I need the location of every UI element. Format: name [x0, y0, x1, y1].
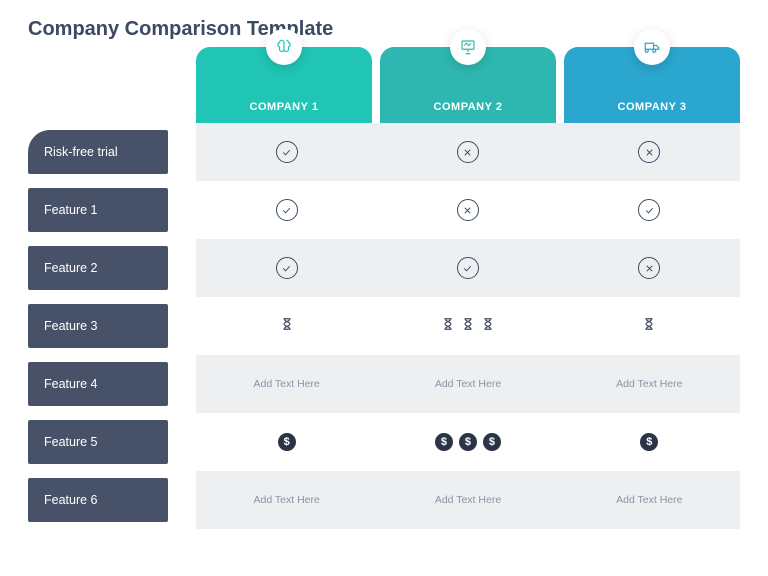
row-label: Feature 4	[28, 362, 168, 406]
cell	[196, 297, 377, 355]
cell	[377, 297, 558, 355]
cell: $ $ $	[377, 413, 558, 471]
cell: Add Text Here	[559, 355, 740, 413]
placeholder-text: Add Text Here	[435, 494, 501, 506]
table-row: Feature 1	[28, 181, 740, 239]
row-label: Feature 6	[28, 478, 168, 522]
cell	[196, 123, 377, 181]
check-icon	[457, 257, 479, 279]
table-body: Risk-free trial Feature 1 Feature 2	[28, 63, 740, 529]
row-label: Risk-free trial	[28, 130, 168, 174]
row-label: Feature 5	[28, 420, 168, 464]
cell	[559, 123, 740, 181]
row-label: Feature 1	[28, 188, 168, 232]
cell: Add Text Here	[559, 471, 740, 529]
placeholder-text: Add Text Here	[253, 378, 319, 390]
hourglass-icon	[461, 315, 475, 338]
cell	[559, 181, 740, 239]
table-row: Feature 5 $ $ $ $ $	[28, 413, 740, 471]
hourglass-icon	[481, 315, 495, 338]
cross-icon	[638, 141, 660, 163]
cell: $	[196, 413, 377, 471]
placeholder-text: Add Text Here	[435, 378, 501, 390]
cell: Add Text Here	[196, 471, 377, 529]
cell: Add Text Here	[196, 355, 377, 413]
placeholder-text: Add Text Here	[616, 378, 682, 390]
brain-icon	[266, 29, 302, 65]
cell	[559, 297, 740, 355]
cell	[196, 239, 377, 297]
cell	[377, 239, 558, 297]
placeholder-text: Add Text Here	[616, 494, 682, 506]
hourglass-icon	[280, 315, 294, 338]
dollar-icon: $	[435, 433, 453, 451]
cell: Add Text Here	[377, 471, 558, 529]
check-icon	[638, 199, 660, 221]
dollar-icon: $	[640, 433, 658, 451]
cross-icon	[457, 141, 479, 163]
page-title: Company Comparison Template	[28, 18, 740, 41]
table-row: Feature 4 Add Text Here Add Text Here Ad…	[28, 355, 740, 413]
placeholder-text: Add Text Here	[253, 494, 319, 506]
truck-icon	[634, 29, 670, 65]
cell	[377, 123, 558, 181]
table-row: Feature 3	[28, 297, 740, 355]
check-icon	[276, 199, 298, 221]
cross-icon	[457, 199, 479, 221]
dollar-icon: $	[278, 433, 296, 451]
comparison-table: COMPANY 1 COMPANY 2 COMPANY 3 Risk-free …	[28, 63, 740, 529]
row-label: Feature 3	[28, 304, 168, 348]
dollar-icon: $	[483, 433, 501, 451]
table-row: Feature 2	[28, 239, 740, 297]
dollar-icon: $	[459, 433, 477, 451]
cell: $	[559, 413, 740, 471]
cross-icon	[638, 257, 660, 279]
table-row: Feature 6 Add Text Here Add Text Here Ad…	[28, 471, 740, 529]
check-icon	[276, 257, 298, 279]
hourglass-icon	[441, 315, 455, 338]
table-row: Risk-free trial	[28, 123, 740, 181]
presentation-icon	[450, 29, 486, 65]
cell	[196, 181, 377, 239]
cell: Add Text Here	[377, 355, 558, 413]
cell	[559, 239, 740, 297]
hourglass-icon	[642, 315, 656, 338]
cell	[377, 181, 558, 239]
row-label: Feature 2	[28, 246, 168, 290]
check-icon	[276, 141, 298, 163]
